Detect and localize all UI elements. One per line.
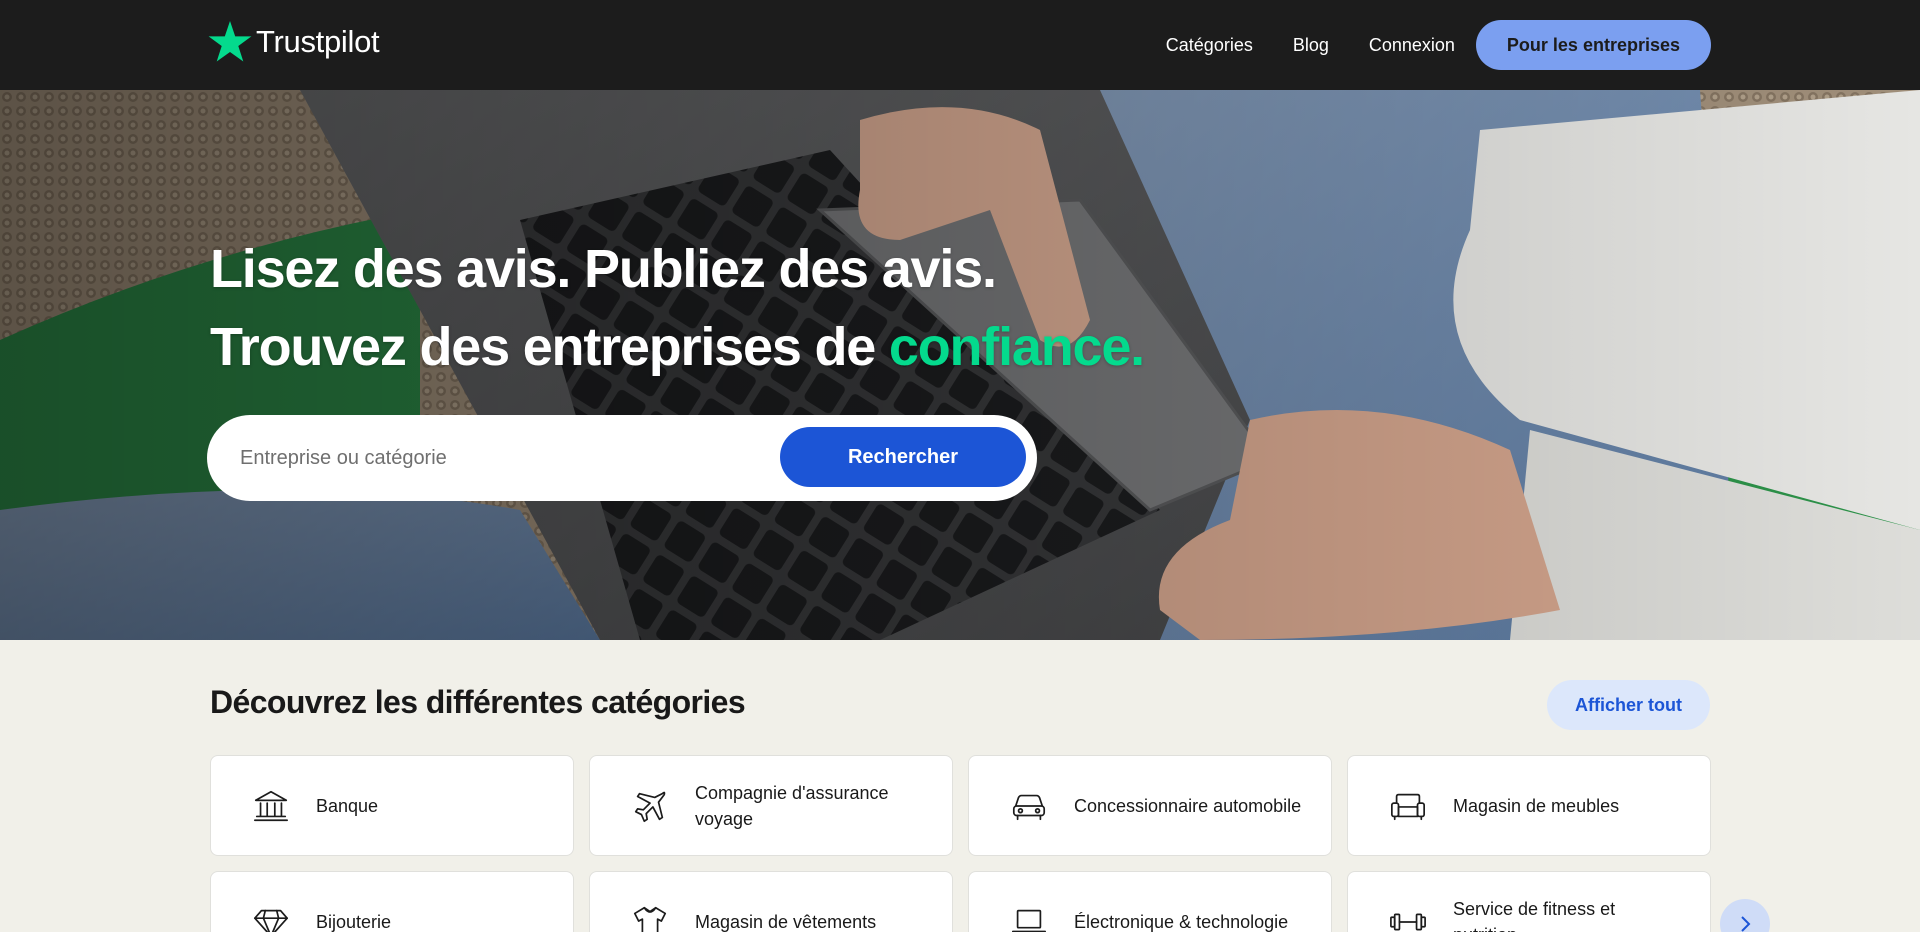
nav-blog[interactable]: Blog bbox=[1293, 35, 1329, 56]
category-card-jewelry[interactable]: Bijouterie bbox=[210, 871, 574, 932]
diamond-icon bbox=[251, 902, 291, 932]
dumbbell-icon bbox=[1388, 902, 1428, 932]
category-card-car-dealer[interactable]: Concessionnaire automobile bbox=[968, 755, 1332, 856]
search-input[interactable] bbox=[240, 438, 760, 478]
hero-headline-accent: confiance. bbox=[888, 317, 1145, 377]
hero-headline: Lisez des avis. Publiez des avis. Trouve… bbox=[210, 230, 1145, 386]
category-label: Compagnie d'assurance voyage bbox=[695, 782, 889, 829]
category-label: Magasin de vêtements bbox=[695, 911, 877, 932]
category-label: Service de fitness et nutrition bbox=[1453, 898, 1616, 932]
chevron-right-icon bbox=[1741, 916, 1751, 932]
main-nav: Catégories Blog Connexion Pour les entre… bbox=[1166, 20, 1711, 70]
category-card-clothing-store[interactable]: Magasin de vêtements bbox=[589, 871, 953, 932]
star-logo-icon bbox=[208, 21, 252, 62]
airplane-icon bbox=[630, 786, 670, 826]
search-bar: Rechercher bbox=[210, 418, 1034, 498]
shirt-icon bbox=[630, 902, 670, 932]
hero-headline-line1: Lisez des avis. Publiez des avis. bbox=[210, 239, 997, 299]
carousel-next-button[interactable] bbox=[1720, 899, 1770, 932]
category-label: Concessionnaire automobile bbox=[1074, 795, 1302, 816]
site-header: Trustpilot Catégories Blog Connexion Pou… bbox=[0, 0, 1920, 90]
car-icon bbox=[1009, 786, 1049, 826]
category-label: Électronique & technologie bbox=[1074, 911, 1289, 932]
category-card-travel-insurance[interactable]: Compagnie d'assurance voyage bbox=[589, 755, 953, 856]
nav-categories[interactable]: Catégories bbox=[1166, 35, 1253, 56]
category-card-fitness[interactable]: Service de fitness et nutrition bbox=[1347, 871, 1711, 932]
category-card-electronics[interactable]: Électronique & technologie bbox=[968, 871, 1332, 932]
trustpilot-logo[interactable]: Trustpilot bbox=[208, 20, 380, 64]
brand-name: Trustpilot bbox=[256, 24, 380, 59]
hero-headline-line2: Trouvez des entreprises de bbox=[210, 317, 889, 377]
category-label: Magasin de meubles bbox=[1453, 795, 1620, 816]
hero-section: Lisez des avis. Publiez des avis. Trouve… bbox=[0, 90, 1920, 640]
category-label: Banque bbox=[316, 795, 379, 816]
categories-title: Découvrez les différentes catégories bbox=[210, 684, 746, 720]
category-label: Bijouterie bbox=[316, 911, 392, 932]
for-businesses-button[interactable]: Pour les entreprises bbox=[1475, 20, 1711, 70]
sofa-icon bbox=[1388, 786, 1428, 826]
show-all-button[interactable]: Afficher tout bbox=[1547, 680, 1710, 730]
search-button[interactable]: Rechercher bbox=[780, 427, 1026, 487]
bank-icon bbox=[251, 786, 291, 826]
category-card-furniture-store[interactable]: Magasin de meubles bbox=[1347, 755, 1711, 856]
category-card-bank[interactable]: Banque bbox=[210, 755, 574, 856]
nav-login[interactable]: Connexion bbox=[1369, 35, 1455, 56]
laptop-icon bbox=[1009, 902, 1049, 932]
